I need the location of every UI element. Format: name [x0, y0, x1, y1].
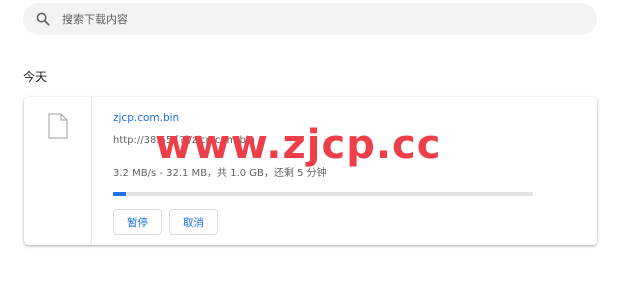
download-details: zjcp.com.bin http://38.55.[?]/zjcp.com.b…	[113, 97, 573, 245]
downloads-page: 今天 zjcp.com.bin http://38.55.[?]/zjcp.co…	[0, 0, 640, 294]
download-progress-fill	[113, 192, 126, 196]
section-date-heading: 今天	[23, 70, 48, 84]
file-url[interactable]: http://38.55.[?]/zjcp.com.bin	[113, 135, 255, 146]
pause-button[interactable]: 暂停	[113, 209, 162, 235]
search-icon[interactable]	[36, 12, 50, 26]
file-icon	[48, 113, 68, 143]
file-icon-column	[24, 97, 92, 245]
file-name-link[interactable]: zjcp.com.bin	[113, 112, 179, 124]
download-item-card: zjcp.com.bin http://38.55.[?]/zjcp.com.b…	[24, 97, 597, 245]
cancel-button[interactable]: 取消	[169, 209, 218, 235]
download-progress-bar	[113, 192, 533, 196]
download-status: 3.2 MB/s - 32.1 MB，共 1.0 GB，还剩 5 分钟	[113, 168, 327, 179]
search-bar[interactable]	[23, 3, 597, 35]
search-input[interactable]	[62, 12, 542, 26]
